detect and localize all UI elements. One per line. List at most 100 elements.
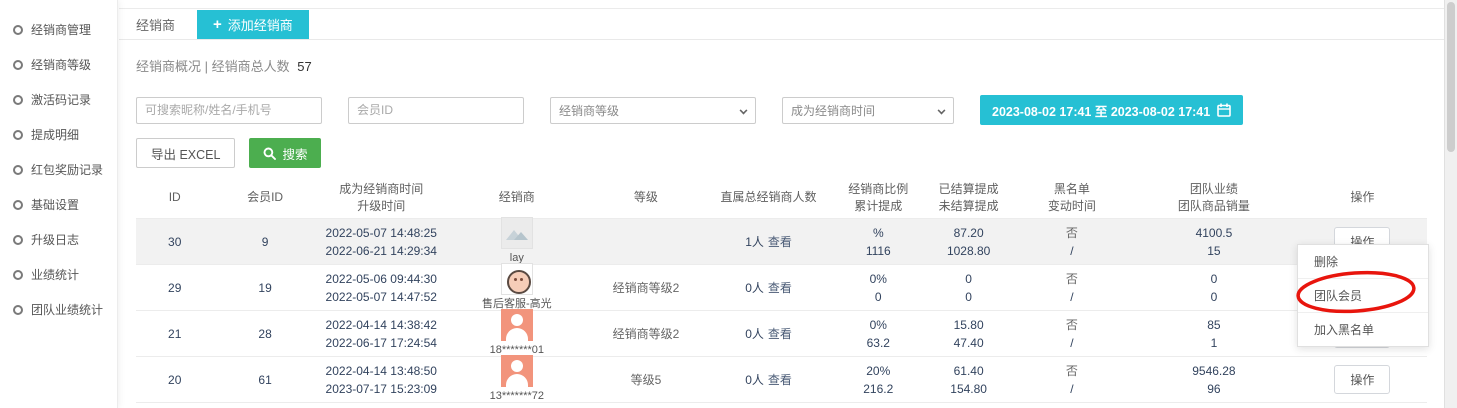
view-link[interactable]: 查看 — [768, 327, 792, 341]
sidebar-item-redpacket-rewards[interactable]: 红包奖励记录 — [0, 152, 117, 187]
cell-ratio: 20%216.2 — [833, 362, 923, 398]
sidebar-item-activation-codes[interactable]: 激活码记录 — [0, 82, 117, 117]
scrollbar-thumb[interactable] — [1447, 2, 1455, 152]
col-header-dealer: 经销商 — [446, 189, 588, 206]
cell-member-id: 19 — [213, 279, 316, 297]
sidebar-item-label: 经销商等级 — [31, 56, 91, 73]
sidebar-item-team-performance-stats[interactable]: 团队业绩统计 — [0, 292, 117, 327]
col-header-ratio: 经销商比例累计提成 — [833, 181, 923, 216]
cell-team: 4100.515 — [1130, 224, 1298, 260]
vertical-scrollbar[interactable] — [1444, 0, 1457, 408]
cell-direct-count: 0人查看 — [704, 279, 833, 297]
sidebar-item-basic-settings[interactable]: 基础设置 — [0, 187, 117, 222]
dealer-summary: 经销商概况 | 经销商总人数 57 — [119, 40, 1444, 75]
circle-bullet-icon — [13, 130, 23, 140]
summary-label: 经销商概况 | 经销商总人数 — [136, 59, 290, 74]
menu-item-add-to-blacklist[interactable]: 加入黑名单 — [1298, 313, 1428, 346]
cell-member-id: 61 — [213, 371, 316, 389]
cell-blacklist: 否/ — [1014, 362, 1130, 398]
cell-level: 等级5 — [588, 371, 704, 389]
dealer-avatar — [501, 217, 533, 249]
col-header-id: ID — [136, 189, 213, 206]
circle-bullet-icon — [13, 165, 23, 175]
sidebar-item-label: 激活码记录 — [31, 91, 91, 108]
col-header-direct-count: 直属总经销商人数 — [704, 189, 833, 206]
col-header-settled: 已结算提成未结算提成 — [923, 181, 1013, 216]
calendar-icon — [1217, 103, 1231, 117]
circle-bullet-icon — [13, 200, 23, 210]
dealer-admin-page: 经销商管理 经销商等级 激活码记录 提成明细 红包奖励记录 基础设置 升级日志 — [0, 0, 1457, 408]
sidebar-item-label: 经销商管理 — [31, 21, 91, 38]
view-link[interactable]: 查看 — [768, 281, 792, 295]
become-time-select-value: 成为经销商时间 — [791, 102, 875, 119]
cell-dealer: lay — [446, 217, 588, 267]
view-link[interactable]: 查看 — [768, 373, 792, 387]
member-id-input[interactable] — [348, 97, 524, 124]
cell-member-id: 28 — [213, 325, 316, 343]
dealer-total-count: 57 — [297, 59, 311, 74]
sidebar-item-commission-detail[interactable]: 提成明细 — [0, 117, 117, 152]
add-dealer-label: 添加经销商 — [228, 15, 293, 34]
sidebar-item-upgrade-log[interactable]: 升级日志 — [0, 222, 117, 257]
cell-times: 2022-04-14 13:48:502023-07-17 15:23:09 — [317, 362, 446, 398]
table-row: 21 28 2022-04-14 14:38:422022-06-17 17:2… — [136, 310, 1427, 356]
circle-bullet-icon — [13, 235, 23, 245]
col-header-level: 等级 — [588, 189, 704, 206]
cell-id: 21 — [136, 325, 213, 343]
tab-dealer[interactable]: 经销商 — [136, 15, 175, 34]
dealer-avatar — [501, 263, 533, 295]
cell-blacklist: 否/ — [1014, 316, 1130, 352]
sidebar-item-label: 团队业绩统计 — [31, 301, 103, 318]
cell-team: 9546.2896 — [1130, 362, 1298, 398]
dealer-avatar — [501, 355, 533, 387]
cell-settled: 61.40154.80 — [923, 362, 1013, 398]
cell-team: 851 — [1130, 316, 1298, 352]
export-excel-button[interactable]: 导出 EXCEL — [136, 138, 235, 168]
sidebar-item-label: 业绩统计 — [31, 266, 79, 283]
circle-bullet-icon — [13, 95, 23, 105]
action-buttons-row: 导出 EXCEL 搜索 — [136, 138, 1444, 168]
sidebar-item-performance-stats[interactable]: 业绩统计 — [0, 257, 117, 292]
sidebar-item-dealer-management[interactable]: 经销商管理 — [0, 12, 117, 47]
table-row: 19 16 2022-04-14 08:58:052022-09-02 11:5… — [136, 402, 1427, 408]
dealer-level-select[interactable]: 经销商等级 — [550, 97, 756, 124]
cell-ratio: %1116 — [833, 224, 923, 260]
circle-bullet-icon — [13, 305, 23, 315]
sidebar-item-label: 提成明细 — [31, 126, 79, 143]
menu-item-team-members[interactable]: 团队会员 — [1298, 279, 1428, 313]
keyword-search-input[interactable] — [136, 97, 322, 124]
dealer-table: ID 会员ID 成为经销商时间升级时间 经销商 等级 直属总经销商人数 经销商比… — [136, 178, 1427, 408]
view-link[interactable]: 查看 — [768, 235, 792, 249]
circle-bullet-icon — [13, 60, 23, 70]
col-header-blacklist: 黑名单变动时间 — [1014, 181, 1130, 216]
table-row: 30 9 2022-05-07 14:48:252022-06-21 14:29… — [136, 218, 1427, 264]
dealer-level-select-value: 经销商等级 — [559, 102, 619, 119]
cell-id: 20 — [136, 371, 213, 389]
menu-item-delete[interactable]: 删除 — [1298, 245, 1428, 279]
cell-id: 29 — [136, 279, 213, 297]
cell-settled: 15.8047.40 — [923, 316, 1013, 352]
plus-icon: + — [213, 17, 222, 32]
date-range-button[interactable]: 2023-08-02 17:41 至 2023-08-02 17:41 — [980, 95, 1243, 125]
table-header-row: ID 会员ID 成为经销商时间升级时间 经销商 等级 直属总经销商人数 经销商比… — [136, 178, 1427, 218]
cell-id: 30 — [136, 233, 213, 251]
become-time-select[interactable]: 成为经销商时间 — [782, 97, 954, 124]
sidebar-item-dealer-levels[interactable]: 经销商等级 — [0, 47, 117, 82]
cell-direct-count: 0人查看 — [704, 325, 833, 343]
search-button[interactable]: 搜索 — [249, 138, 321, 168]
cell-member-id: 9 — [213, 233, 316, 251]
cell-times: 2022-04-14 14:38:422022-06-17 17:24:54 — [317, 316, 446, 352]
sidebar-item-label: 升级日志 — [31, 231, 79, 248]
row-action-button[interactable]: 操作 — [1334, 365, 1390, 394]
cell-direct-count: 1人查看 — [704, 233, 833, 251]
cell-ratio: 0%0 — [833, 270, 923, 306]
chevron-down-icon — [740, 106, 748, 114]
col-header-team: 团队业绩团队商品销量 — [1130, 181, 1298, 216]
cell-dealer: 18*******01 — [446, 309, 588, 359]
add-dealer-button[interactable]: + 添加经销商 — [197, 10, 309, 39]
col-header-times: 成为经销商时间升级时间 — [317, 181, 446, 216]
filter-row: 经销商等级 成为经销商时间 2023-08-02 17:41 至 2023-08… — [136, 95, 1444, 125]
cell-ratio: 0%63.2 — [833, 316, 923, 352]
tab-bar: 经销商 + 添加经销商 — [119, 9, 1444, 40]
chevron-down-icon — [938, 106, 946, 114]
